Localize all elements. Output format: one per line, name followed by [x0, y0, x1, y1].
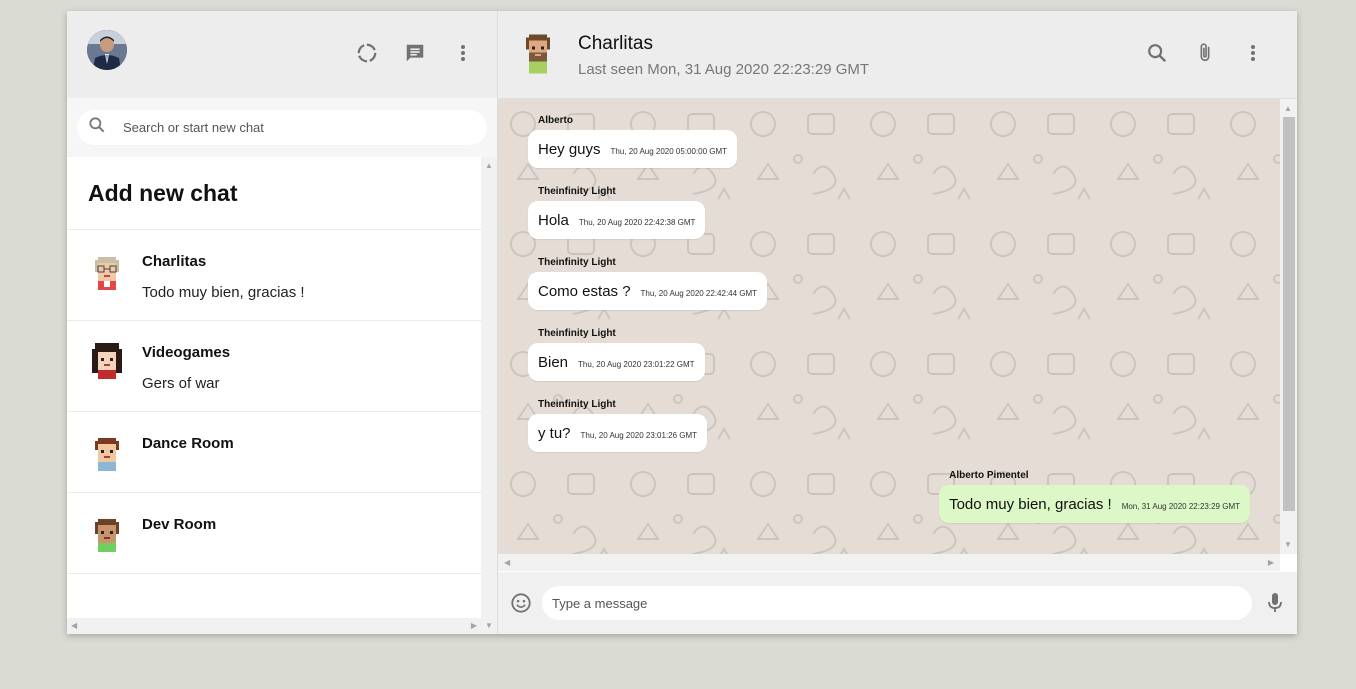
message-text: y tu?: [538, 425, 571, 442]
messages-vertical-scrollbar[interactable]: ▲ ▼: [1280, 99, 1297, 554]
conversation-header-actions: [1145, 41, 1265, 65]
status-icon[interactable]: [355, 41, 379, 65]
message-list: Alberto Hey guys Thu, 20 Aug 2020 05:00:…: [498, 99, 1280, 554]
scroll-down-arrow-icon[interactable]: ▼: [485, 621, 493, 630]
chat-name: Videogames: [142, 344, 231, 361]
message: Theinfinity Light Como estas ? Thu, 20 A…: [528, 257, 768, 310]
chat-name: Dev Room: [142, 516, 217, 533]
emoji-icon[interactable]: [510, 592, 532, 619]
chat-list-item-dance-room[interactable]: Dance Room: [67, 412, 481, 493]
chat-avatar: [89, 516, 125, 552]
chat-avatar: [89, 254, 125, 290]
chat-list-horizontal-scrollbar[interactable]: ◀ ▶: [67, 618, 481, 634]
message-sender: Theinfinity Light: [538, 399, 616, 410]
message-text: Todo muy bien, gracias !: [949, 496, 1112, 513]
message-text: Como estas ?: [538, 283, 631, 300]
scroll-left-arrow-icon[interactable]: ◀: [71, 621, 77, 630]
sidebar-header: [67, 11, 497, 98]
message-timestamp: Thu, 20 Aug 2020 22:42:38 GMT: [578, 218, 696, 227]
chat-last-message: Gers of war: [142, 375, 220, 392]
own-message: Alberto Pimentel Todo muy bien, gracias …: [939, 470, 1250, 523]
chat-list-vertical-scrollbar[interactable]: ▲ ▼: [481, 157, 497, 634]
sidebar: Add new chat: [67, 11, 498, 634]
contact-name: Charlitas: [578, 33, 653, 54]
message-composer: [498, 572, 1297, 634]
scroll-right-arrow-icon[interactable]: ▶: [1268, 558, 1274, 567]
message-timestamp: Thu, 20 Aug 2020 22:42:44 GMT: [640, 289, 758, 298]
conversation-panel: Charlitas Last seen Mon, 31 Aug 2020 22:…: [498, 11, 1297, 634]
message: Theinfinity Light Hola Thu, 20 Aug 2020 …: [528, 186, 706, 239]
chat-list-item-charlitas[interactable]: Charlitas Todo muy bien, gracias !: [67, 230, 481, 321]
scroll-up-arrow-icon[interactable]: ▲: [1284, 104, 1292, 113]
scroll-down-arrow-icon[interactable]: ▼: [1284, 540, 1292, 549]
message-bubble[interactable]: Bien Thu, 20 Aug 2020 23:01:22 GMT: [528, 343, 705, 381]
contact-avatar[interactable]: [520, 34, 556, 74]
message: Theinfinity Light y tu? Thu, 20 Aug 2020…: [528, 399, 708, 452]
new-chat-icon[interactable]: [403, 41, 427, 65]
scroll-right-arrow-icon[interactable]: ▶: [471, 621, 477, 630]
message-text: Bien: [538, 354, 569, 371]
message-sender: Theinfinity Light: [538, 186, 616, 197]
avatar[interactable]: [87, 30, 127, 70]
chat-name: Charlitas: [142, 253, 207, 270]
chat-list-item-videogames[interactable]: Videogames Gers of war: [67, 321, 481, 412]
message-sender: Theinfinity Light: [538, 257, 616, 268]
chat-name: Dance Room: [142, 435, 234, 452]
menu-icon[interactable]: [1241, 41, 1265, 65]
scroll-up-arrow-icon[interactable]: ▲: [485, 161, 493, 170]
microphone-icon[interactable]: [1267, 591, 1283, 620]
chat-list-item-dev-room[interactable]: Dev Room: [67, 493, 481, 574]
message-input[interactable]: [542, 586, 1252, 620]
message-timestamp: Mon, 31 Aug 2020 22:23:29 GMT: [1121, 502, 1240, 511]
message-timestamp: Thu, 20 Aug 2020 23:01:26 GMT: [580, 431, 698, 440]
message-sender: Alberto: [538, 115, 573, 126]
search-input[interactable]: [121, 119, 465, 136]
chat-list: Add new chat Charlitas Todo muy bien, gr…: [67, 157, 497, 634]
menu-icon[interactable]: [451, 41, 475, 65]
last-seen-status: Last seen Mon, 31 Aug 2020 22:23:29 GMT: [578, 61, 870, 78]
scroll-left-arrow-icon[interactable]: ◀: [504, 558, 510, 567]
conversation-header: Charlitas Last seen Mon, 31 Aug 2020 22:…: [498, 11, 1297, 99]
message-sender: Theinfinity Light: [538, 328, 616, 339]
add-new-chat-button[interactable]: Add new chat: [67, 157, 481, 230]
attach-icon[interactable]: [1193, 41, 1217, 65]
message-bubble[interactable]: Como estas ? Thu, 20 Aug 2020 22:42:44 G…: [528, 272, 768, 310]
message: Theinfinity Light Bien Thu, 20 Aug 2020 …: [528, 328, 705, 381]
message-text: Hola: [538, 212, 569, 229]
chat-last-message: Todo muy bien, gracias !: [142, 284, 305, 301]
message-bubble[interactable]: Todo muy bien, gracias ! Mon, 31 Aug 202…: [939, 485, 1250, 523]
search-box: [77, 110, 487, 145]
message-timestamp: Thu, 20 Aug 2020 05:00:00 GMT: [610, 147, 728, 156]
search-icon[interactable]: [1145, 41, 1169, 65]
message: Alberto Hey guys Thu, 20 Aug 2020 05:00:…: [528, 115, 738, 168]
message-bubble[interactable]: y tu? Thu, 20 Aug 2020 23:01:26 GMT: [528, 414, 708, 452]
message-sender: Alberto Pimentel: [949, 470, 1029, 481]
sidebar-header-actions: [355, 41, 475, 65]
message-timestamp: Thu, 20 Aug 2020 23:01:22 GMT: [578, 360, 695, 369]
search-bar: [67, 98, 497, 157]
messages-horizontal-scrollbar[interactable]: ◀ ▶: [498, 554, 1280, 571]
message-bubble[interactable]: Hola Thu, 20 Aug 2020 22:42:38 GMT: [528, 201, 706, 239]
message-text: Hey guys: [538, 141, 601, 158]
chat-avatar: [89, 435, 125, 471]
whatsapp-clone-window: Add new chat: [67, 11, 1297, 634]
chat-avatar: [89, 343, 125, 379]
message-bubble[interactable]: Hey guys Thu, 20 Aug 2020 05:00:00 GMT: [528, 130, 738, 168]
search-icon: [87, 115, 107, 140]
scrollbar-thumb[interactable]: [1283, 117, 1295, 511]
